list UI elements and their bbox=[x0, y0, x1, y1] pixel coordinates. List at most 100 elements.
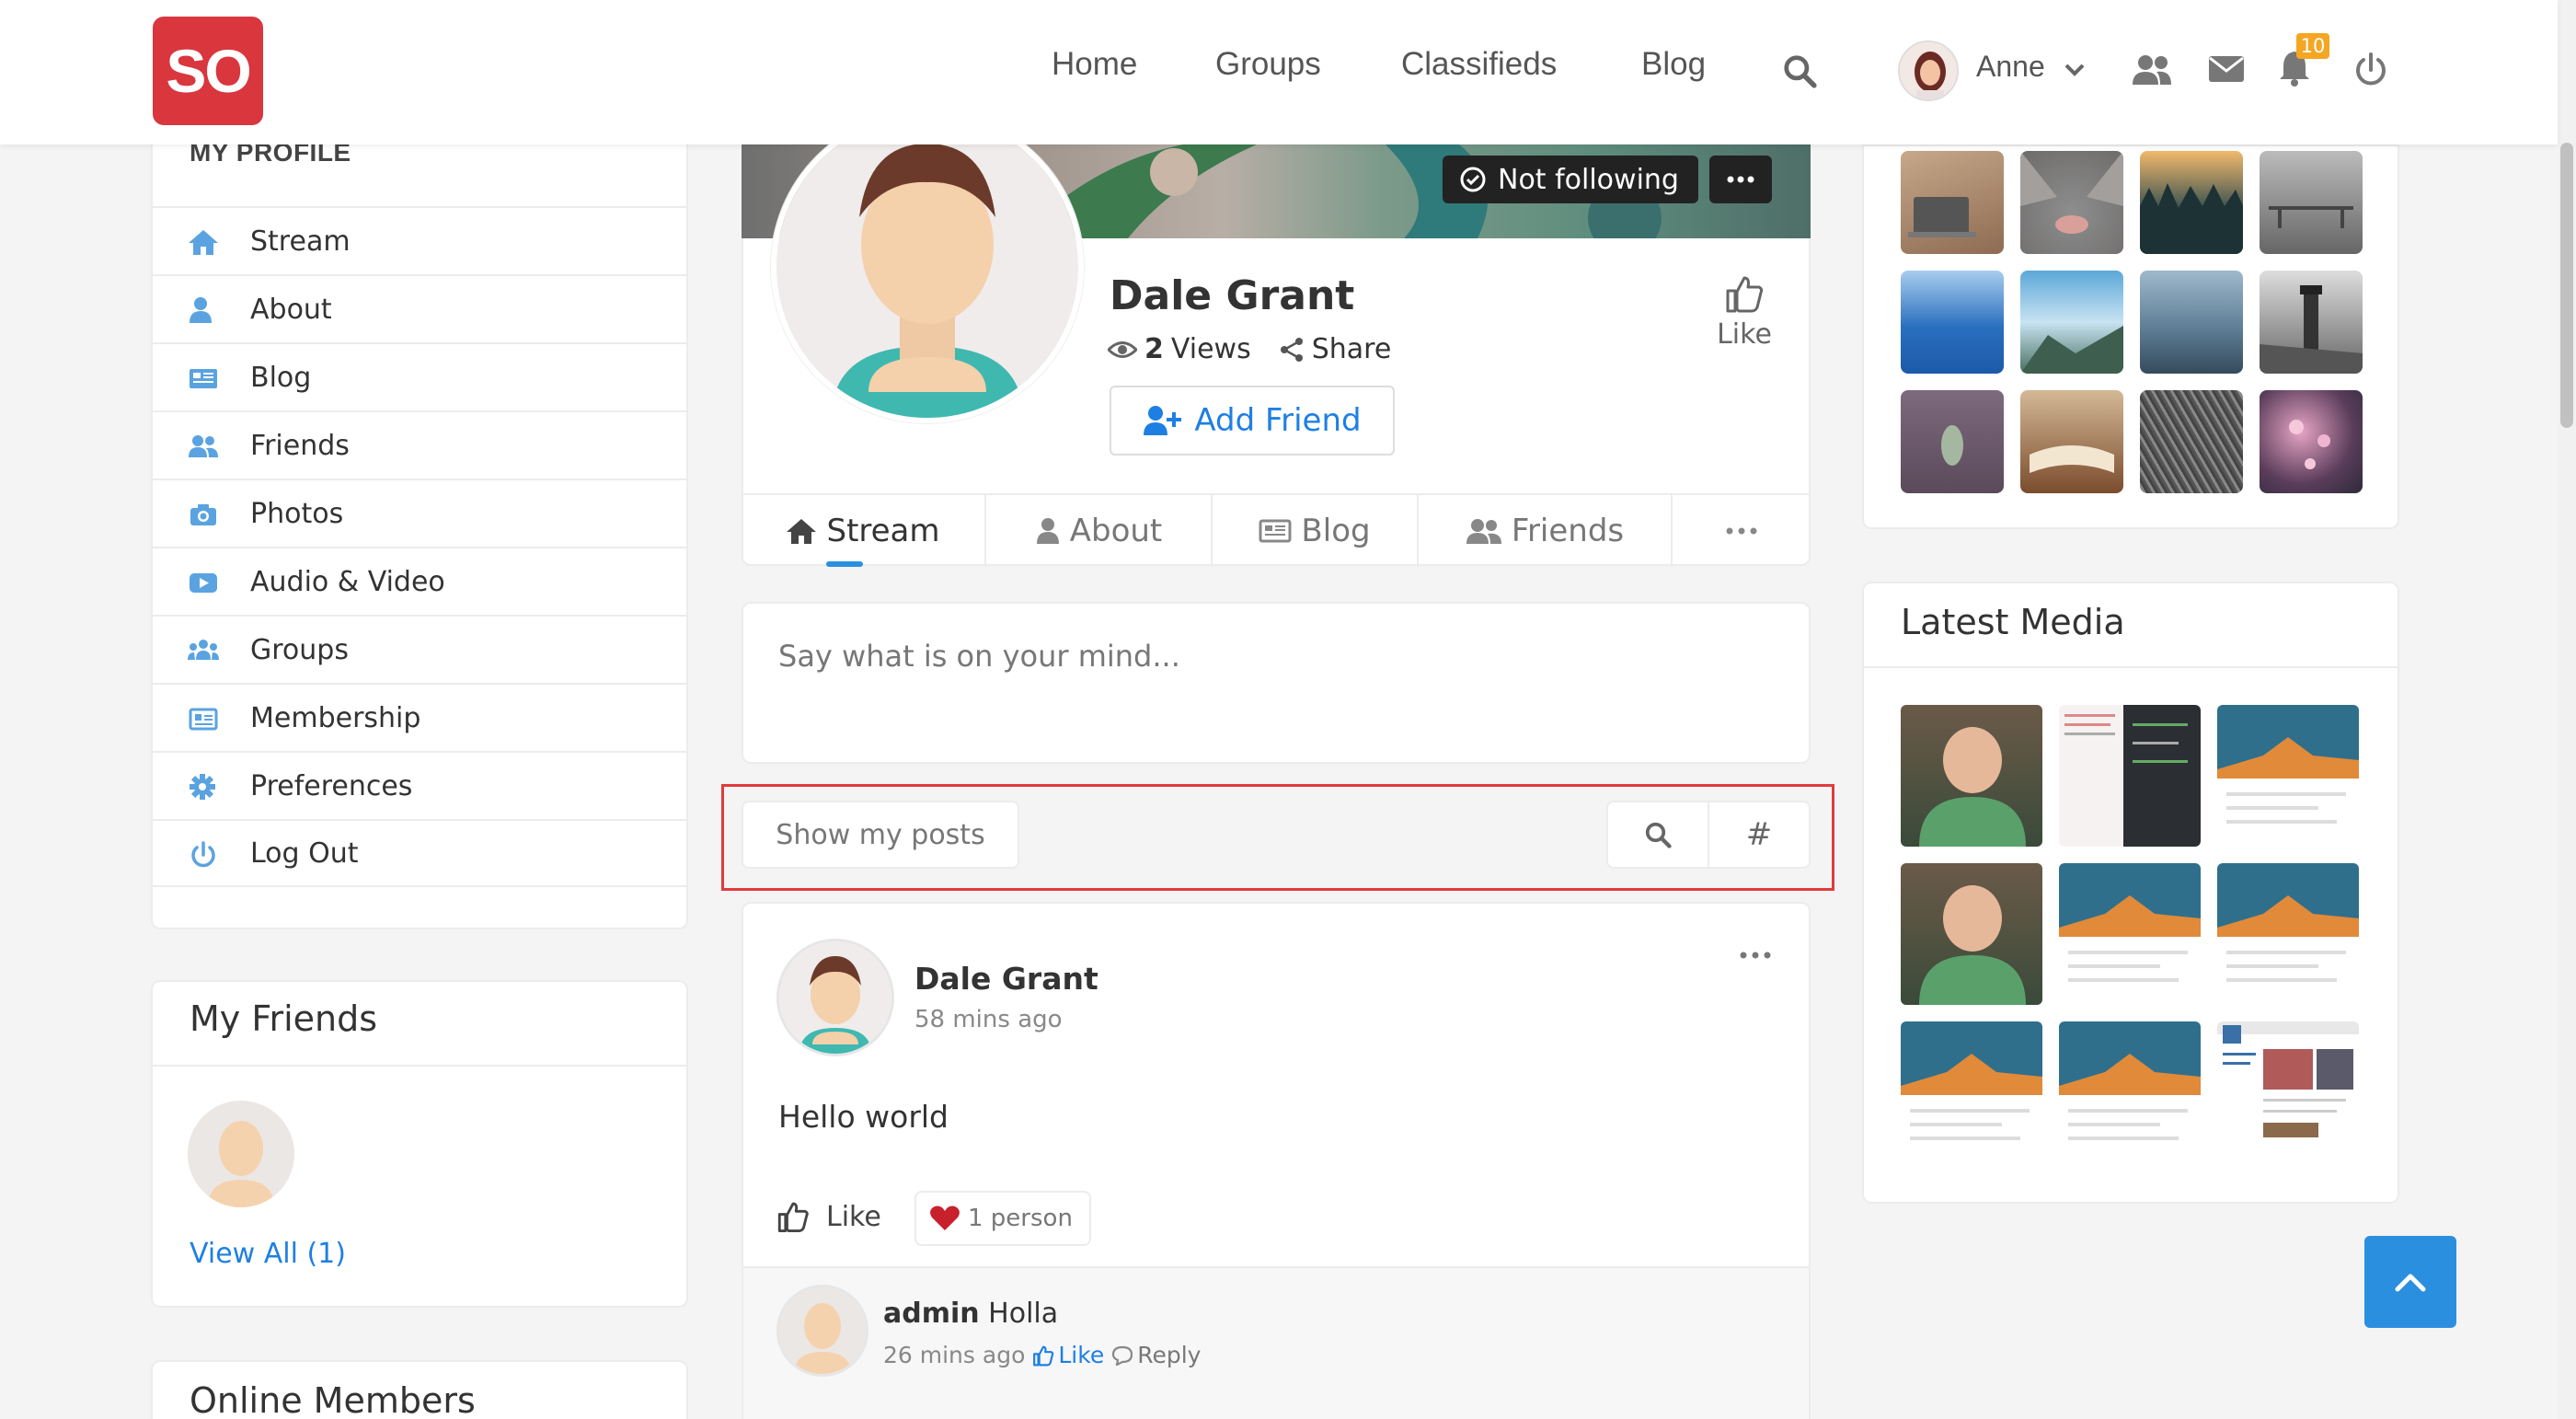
photo-thumb[interactable] bbox=[1901, 151, 2004, 254]
search-icon[interactable] bbox=[1782, 53, 1817, 88]
comment-body: Holla bbox=[988, 1298, 1059, 1330]
tab-more[interactable] bbox=[1673, 495, 1811, 567]
view-all-friends-link[interactable]: View All (1) bbox=[190, 1238, 346, 1270]
media-thumb[interactable] bbox=[2217, 705, 2359, 847]
post-options-icon[interactable] bbox=[1740, 952, 1771, 959]
check-circle-icon bbox=[1460, 167, 1486, 192]
post-like-button[interactable]: Like bbox=[776, 1200, 881, 1233]
post-author-name[interactable]: Dale Grant bbox=[914, 961, 1098, 997]
tab-about[interactable]: About bbox=[986, 495, 1213, 567]
hashtag-button[interactable]: # bbox=[1708, 801, 1811, 869]
power-icon[interactable] bbox=[2353, 52, 2388, 88]
sidebar-item-about[interactable]: About bbox=[153, 274, 686, 342]
profile-avatar[interactable] bbox=[771, 110, 1084, 423]
views-label: Views bbox=[1170, 333, 1251, 365]
photo-thumb[interactable] bbox=[2140, 390, 2243, 493]
tab-label: Blog bbox=[1301, 513, 1371, 549]
sidebar-item-friends[interactable]: Friends bbox=[153, 410, 686, 479]
sidebar-item-label: Groups bbox=[250, 633, 349, 666]
photo-thumb[interactable] bbox=[2260, 271, 2363, 374]
post-composer[interactable] bbox=[742, 602, 1811, 764]
reactions-count: 1 person bbox=[968, 1205, 1073, 1232]
photo-thumb[interactable] bbox=[2260, 390, 2363, 493]
nav-groups[interactable]: Groups bbox=[1215, 46, 1321, 83]
sidebar-item-membership[interactable]: Membership bbox=[153, 683, 686, 751]
top-navbar: SO Home Groups Classifieds Blog Anne 10 bbox=[0, 0, 2558, 144]
reactions-summary[interactable]: 1 person bbox=[914, 1191, 1091, 1246]
user-plus-icon bbox=[1144, 406, 1182, 435]
cover-more-button[interactable] bbox=[1709, 156, 1772, 203]
my-friends-title: My Friends bbox=[190, 998, 378, 1039]
media-thumb[interactable] bbox=[1901, 705, 2042, 847]
share-button[interactable]: Share bbox=[1312, 333, 1392, 365]
comment-author-name[interactable]: admin bbox=[883, 1298, 980, 1330]
newspaper-icon bbox=[188, 364, 219, 392]
share-icon[interactable] bbox=[1279, 337, 1305, 363]
friends-icon[interactable] bbox=[2131, 53, 2173, 87]
comment-like-label: Like bbox=[1058, 1342, 1105, 1368]
photo-thumb[interactable] bbox=[2020, 271, 2123, 374]
scroll-to-top-button[interactable] bbox=[2364, 1236, 2456, 1328]
nav-home[interactable]: Home bbox=[1052, 46, 1137, 83]
media-thumb[interactable] bbox=[2217, 1021, 2359, 1163]
profile-name: Dale Grant bbox=[1110, 272, 1355, 319]
photo-thumb[interactable] bbox=[2020, 390, 2123, 493]
scrollbar-thumb[interactable] bbox=[2560, 143, 2573, 428]
post-author-avatar[interactable] bbox=[776, 939, 894, 1056]
user-avatar[interactable] bbox=[1898, 40, 1959, 101]
photo-thumb[interactable] bbox=[2020, 151, 2123, 254]
media-thumb[interactable] bbox=[1901, 1021, 2042, 1163]
comment-reply-button[interactable]: Reply bbox=[1111, 1342, 1201, 1368]
comment-text: admin Holla bbox=[883, 1298, 1058, 1330]
tab-friends[interactable]: Friends bbox=[1419, 495, 1673, 567]
sidebar-item-stream[interactable]: Stream bbox=[153, 206, 686, 274]
media-thumb[interactable] bbox=[2059, 1021, 2201, 1163]
search-icon bbox=[1645, 822, 1672, 848]
sidebar-item-blog[interactable]: Blog bbox=[153, 342, 686, 410]
nav-blog[interactable]: Blog bbox=[1641, 46, 1706, 83]
photo-thumb[interactable] bbox=[1901, 390, 2004, 493]
friend-avatar[interactable] bbox=[188, 1101, 294, 1207]
photo-thumb[interactable] bbox=[2260, 151, 2363, 254]
add-friend-button[interactable]: Add Friend bbox=[1110, 386, 1395, 456]
heart-icon bbox=[930, 1206, 960, 1230]
site-logo[interactable]: SO bbox=[153, 17, 263, 125]
media-thumb[interactable] bbox=[1901, 863, 2042, 1005]
media-thumb[interactable] bbox=[2059, 705, 2201, 847]
user-name[interactable]: Anne bbox=[1976, 50, 2045, 84]
sidebar-item-photos[interactable]: Photos bbox=[153, 479, 686, 547]
tab-label: About bbox=[1069, 513, 1163, 549]
comment-timestamp: 26 mins ago bbox=[883, 1342, 1026, 1368]
comment-author-avatar[interactable] bbox=[776, 1285, 868, 1377]
media-thumb[interactable] bbox=[2217, 863, 2359, 1005]
ellipsis-icon bbox=[1726, 527, 1757, 535]
tab-label: Stream bbox=[826, 513, 940, 549]
gear-icon bbox=[188, 773, 219, 801]
power-icon bbox=[188, 841, 219, 869]
comment-reply-label: Reply bbox=[1137, 1342, 1202, 1368]
follow-status-button[interactable]: Not following bbox=[1443, 156, 1698, 203]
tab-label: Friends bbox=[1511, 513, 1625, 549]
profile-like-button[interactable]: Like bbox=[1713, 274, 1776, 351]
sidebar-item-audio-video[interactable]: Audio & Video bbox=[153, 547, 686, 615]
sidebar-item-logout[interactable]: Log Out bbox=[153, 819, 686, 887]
divider bbox=[153, 1065, 686, 1067]
users-icon bbox=[188, 433, 219, 460]
sidebar-item-groups[interactable]: Groups bbox=[153, 615, 686, 683]
chevron-down-icon[interactable] bbox=[2064, 63, 2086, 77]
media-thumb[interactable] bbox=[2059, 863, 2201, 1005]
sidebar-item-label: Membership bbox=[250, 701, 421, 734]
photo-thumb[interactable] bbox=[2140, 271, 2243, 374]
stream-search-button[interactable] bbox=[1606, 801, 1709, 869]
mail-icon[interactable] bbox=[2208, 55, 2245, 83]
comment-like-button[interactable]: Like bbox=[1032, 1342, 1104, 1368]
show-my-posts-button[interactable]: Show my posts bbox=[742, 801, 1019, 869]
photo-thumb[interactable] bbox=[1901, 271, 2004, 374]
nav-classifieds[interactable]: Classifieds bbox=[1401, 46, 1557, 83]
composer-placeholder[interactable]: Say what is on your mind... bbox=[778, 639, 1180, 674]
tab-blog[interactable]: Blog bbox=[1213, 495, 1419, 567]
sidebar-item-preferences[interactable]: Preferences bbox=[153, 751, 686, 819]
tab-stream[interactable]: Stream bbox=[742, 495, 986, 567]
photo-thumb[interactable] bbox=[2140, 151, 2243, 254]
eye-icon bbox=[1108, 340, 1137, 358]
